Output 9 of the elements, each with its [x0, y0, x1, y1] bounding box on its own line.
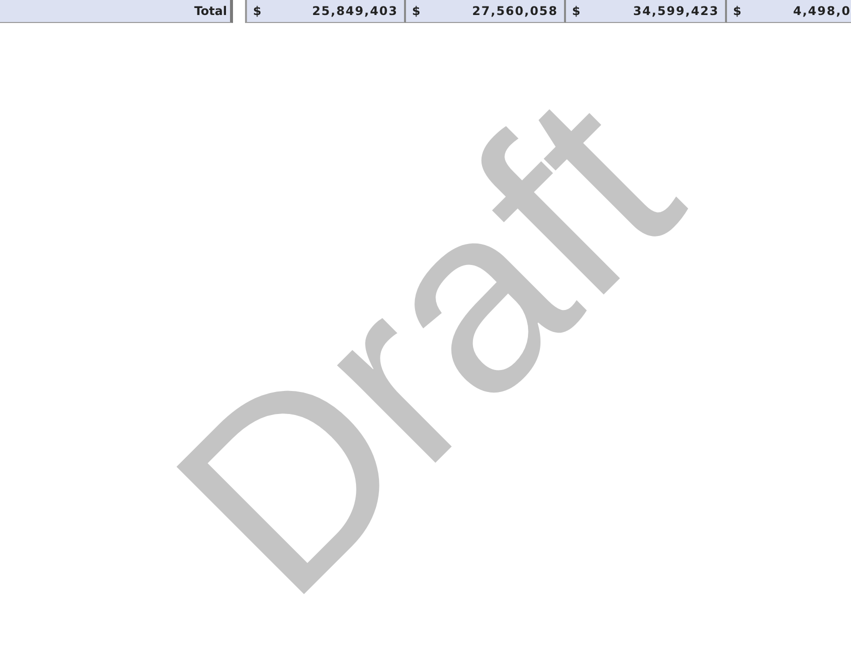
total-amount: 34,599,423 — [633, 3, 719, 20]
currency-symbol: $ — [412, 3, 420, 20]
total-amount: 4,498,0 — [793, 3, 851, 20]
total-label: Total — [0, 0, 233, 23]
total-amount: 25,849,403 — [312, 3, 398, 20]
currency-symbol: $ — [572, 3, 580, 20]
currency-symbol: $ — [253, 3, 262, 20]
total-amount: 27,560,058 — [472, 3, 558, 20]
currency-symbol: $ — [733, 3, 742, 20]
